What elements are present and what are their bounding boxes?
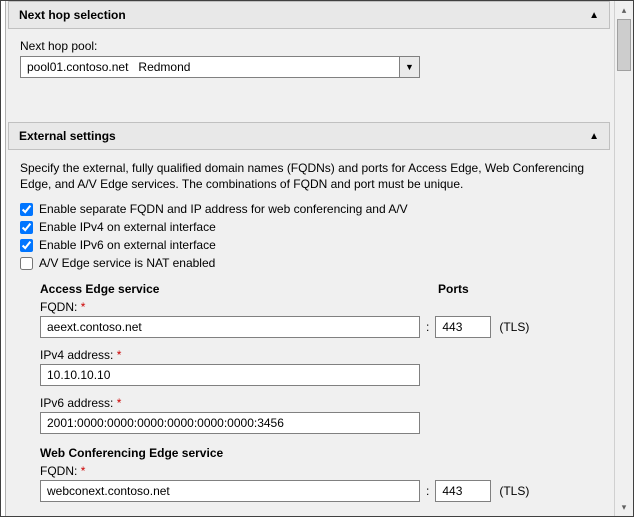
checkbox-label-ipv6-ext: Enable IPv6 on external interface [39,238,216,252]
access-edge-ipv6-label: IPv6 address: * [40,396,598,410]
next-hop-pool-dropdown-button[interactable]: ▼ [400,56,420,78]
webconf-edge-fqdn-label: FQDN: * [40,464,598,478]
collapse-icon: ▲ [589,131,599,142]
next-hop-pool-combo[interactable]: ▼ [20,56,420,78]
section-body-external: Specify the external, fully qualified do… [8,150,610,516]
colon-separator: : [426,484,429,498]
scroll-thumb[interactable] [617,19,631,71]
collapse-icon: ▲ [589,10,599,21]
access-edge-ipv6-input[interactable] [40,412,420,434]
chevron-down-icon: ▼ [405,62,414,72]
access-edge-ipv4-label: IPv4 address: * [40,348,598,362]
checkbox-row-nat-enabled: A/V Edge service is NAT enabled [20,256,598,270]
required-marker: * [117,396,122,410]
required-marker: * [81,300,86,314]
checkbox-ipv4-ext[interactable] [20,221,33,234]
vertical-scrollbar[interactable]: ▴ ▾ [614,1,633,516]
checkbox-separate-fqdn[interactable] [20,203,33,216]
ports-header: Ports [438,282,598,296]
access-edge-fqdn-label: FQDN: * [40,300,598,314]
access-edge-port-input[interactable] [435,316,491,338]
checkbox-row-ipv6-ext: Enable IPv6 on external interface [20,238,598,252]
access-edge-protocol: (TLS) [499,320,529,334]
scroll-down-button[interactable]: ▾ [615,498,633,516]
required-marker: * [81,464,86,478]
webconf-edge-block: Web Conferencing Edge service FQDN: * : … [40,446,598,502]
checkbox-row-separate-fqdn: Enable separate FQDN and IP address for … [20,202,598,216]
content-area: Next hop selection ▲ Next hop pool: ▼ Ex… [6,1,614,516]
edge-settings-dialog: Next hop selection ▲ Next hop pool: ▼ Ex… [0,0,634,517]
checkbox-label-nat-enabled: A/V Edge service is NAT enabled [39,256,215,270]
next-hop-pool-input[interactable] [20,56,400,78]
webconf-edge-port-input[interactable] [435,480,491,502]
scroll-up-button[interactable]: ▴ [615,1,633,19]
webconf-edge-fqdn-input[interactable] [40,480,420,502]
section-header-next-hop[interactable]: Next hop selection ▲ [8,1,610,29]
required-marker: * [117,348,122,362]
access-edge-fqdn-input[interactable] [40,316,420,338]
scroll-track[interactable] [615,19,633,498]
next-hop-pool-label: Next hop pool: [20,39,598,53]
checkbox-row-ipv4-ext: Enable IPv4 on external interface [20,220,598,234]
section-title-external: External settings [19,129,116,143]
colon-separator: : [426,320,429,334]
section-body-next-hop: Next hop pool: ▼ [8,29,610,92]
access-edge-title: Access Edge service [40,282,438,296]
checkbox-nat-enabled[interactable] [20,257,33,270]
webconf-edge-title: Web Conferencing Edge service [40,446,598,460]
checkbox-label-separate-fqdn: Enable separate FQDN and IP address for … [39,202,408,216]
section-header-external[interactable]: External settings ▲ [8,122,610,150]
section-title-next-hop: Next hop selection [19,8,126,22]
access-edge-ipv4-input[interactable] [40,364,420,386]
access-edge-block: Access Edge service Ports FQDN: * : (TLS… [40,282,598,434]
webconf-edge-protocol: (TLS) [499,484,529,498]
checkbox-label-ipv4-ext: Enable IPv4 on external interface [39,220,216,234]
checkbox-ipv6-ext[interactable] [20,239,33,252]
external-description: Specify the external, fully qualified do… [20,160,598,192]
